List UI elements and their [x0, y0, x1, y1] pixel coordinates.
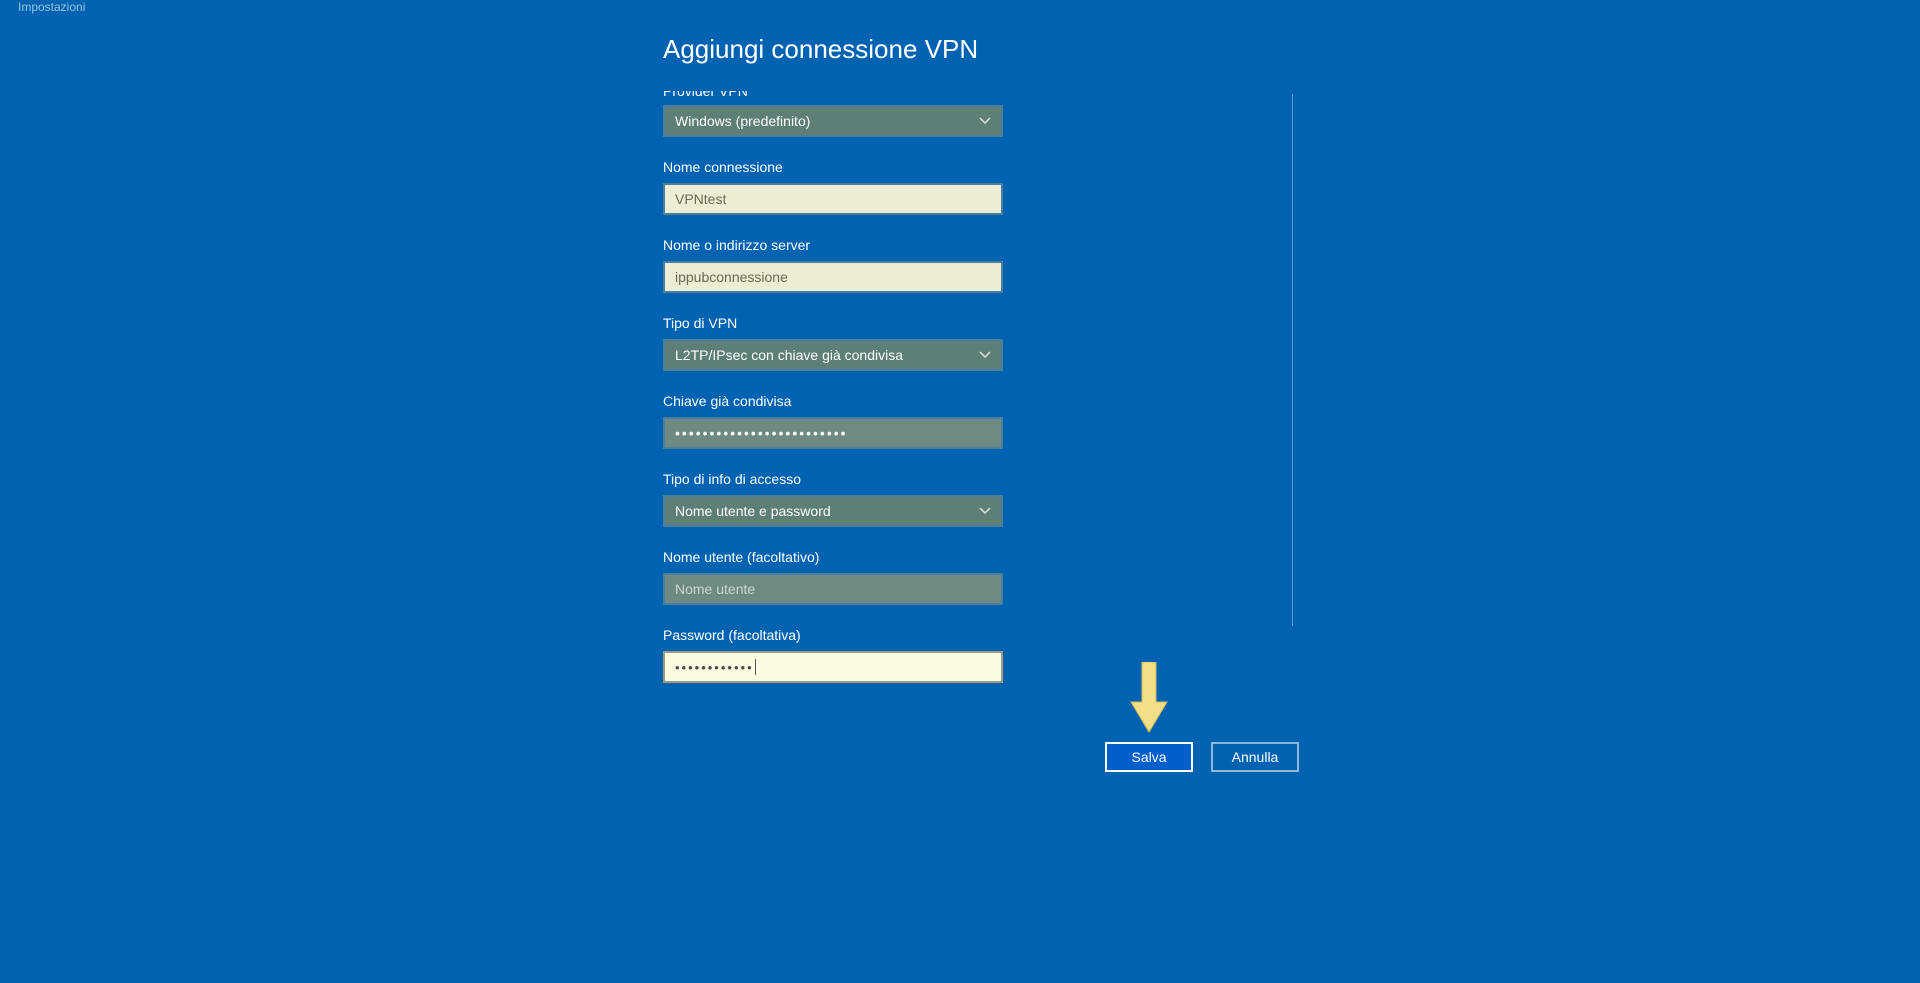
password-input[interactable]: •••••••••••• [663, 651, 1003, 683]
group-password: Password (facoltativa) •••••••••••• [663, 627, 1003, 683]
provider-value: Windows (predefinito) [675, 113, 810, 129]
vertical-divider [1292, 94, 1293, 626]
dialog-buttons: Salva Annulla [1105, 742, 1299, 772]
signin-type-value: Nome utente e password [675, 503, 831, 519]
group-psk: Chiave già condivisa •••••••••••••••••••… [663, 393, 1003, 449]
psk-value: ••••••••••••••••••••••••• [675, 425, 848, 441]
provider-select[interactable]: Windows (predefinito) [663, 105, 1003, 137]
vpn-dialog: Aggiungi connessione VPN Provider VPN Wi… [215, 14, 1705, 804]
username-placeholder: Nome utente [675, 581, 755, 597]
signin-type-select[interactable]: Nome utente e password [663, 495, 1003, 527]
group-connection-name: Nome connessione VPNtest [663, 159, 1003, 215]
window-title: Impostazioni [0, 0, 1920, 14]
group-username: Nome utente (facoltativo) Nome utente [663, 549, 1003, 605]
label-provider: Provider VPN [663, 91, 1003, 97]
group-server: Nome o indirizzo server ippubconnessione [663, 237, 1003, 293]
page-title: Aggiungi connessione VPN [663, 34, 1003, 65]
label-psk: Chiave già condivisa [663, 393, 1003, 409]
cancel-button[interactable]: Annulla [1211, 742, 1299, 772]
arrow-down-annotation-icon [1127, 662, 1171, 734]
chevron-down-icon [979, 349, 991, 361]
connection-name-input[interactable]: VPNtest [663, 183, 1003, 215]
psk-input[interactable]: ••••••••••••••••••••••••• [663, 417, 1003, 449]
text-cursor [755, 659, 756, 675]
label-username: Nome utente (facoltativo) [663, 549, 1003, 565]
group-vpn-type: Tipo di VPN L2TP/IPsec con chiave già co… [663, 315, 1003, 371]
password-value: •••••••••••• [675, 660, 754, 675]
group-signin-type: Tipo di info di accesso Nome utente e pa… [663, 471, 1003, 527]
label-password: Password (facoltativa) [663, 627, 1003, 643]
group-provider: Provider VPN Windows (predefinito) [663, 91, 1003, 137]
chevron-down-icon [979, 115, 991, 127]
label-signin-type: Tipo di info di accesso [663, 471, 1003, 487]
vpn-form: Aggiungi connessione VPN Provider VPN Wi… [663, 34, 1003, 705]
label-vpn-type: Tipo di VPN [663, 315, 1003, 331]
chevron-down-icon [979, 505, 991, 517]
vpn-type-value: L2TP/IPsec con chiave già condivisa [675, 347, 903, 363]
vpn-type-select[interactable]: L2TP/IPsec con chiave già condivisa [663, 339, 1003, 371]
save-button[interactable]: Salva [1105, 742, 1193, 772]
connection-name-value: VPNtest [675, 191, 726, 207]
label-server: Nome o indirizzo server [663, 237, 1003, 253]
server-value: ippubconnessione [675, 269, 788, 285]
label-connection-name: Nome connessione [663, 159, 1003, 175]
username-input[interactable]: Nome utente [663, 573, 1003, 605]
server-input[interactable]: ippubconnessione [663, 261, 1003, 293]
